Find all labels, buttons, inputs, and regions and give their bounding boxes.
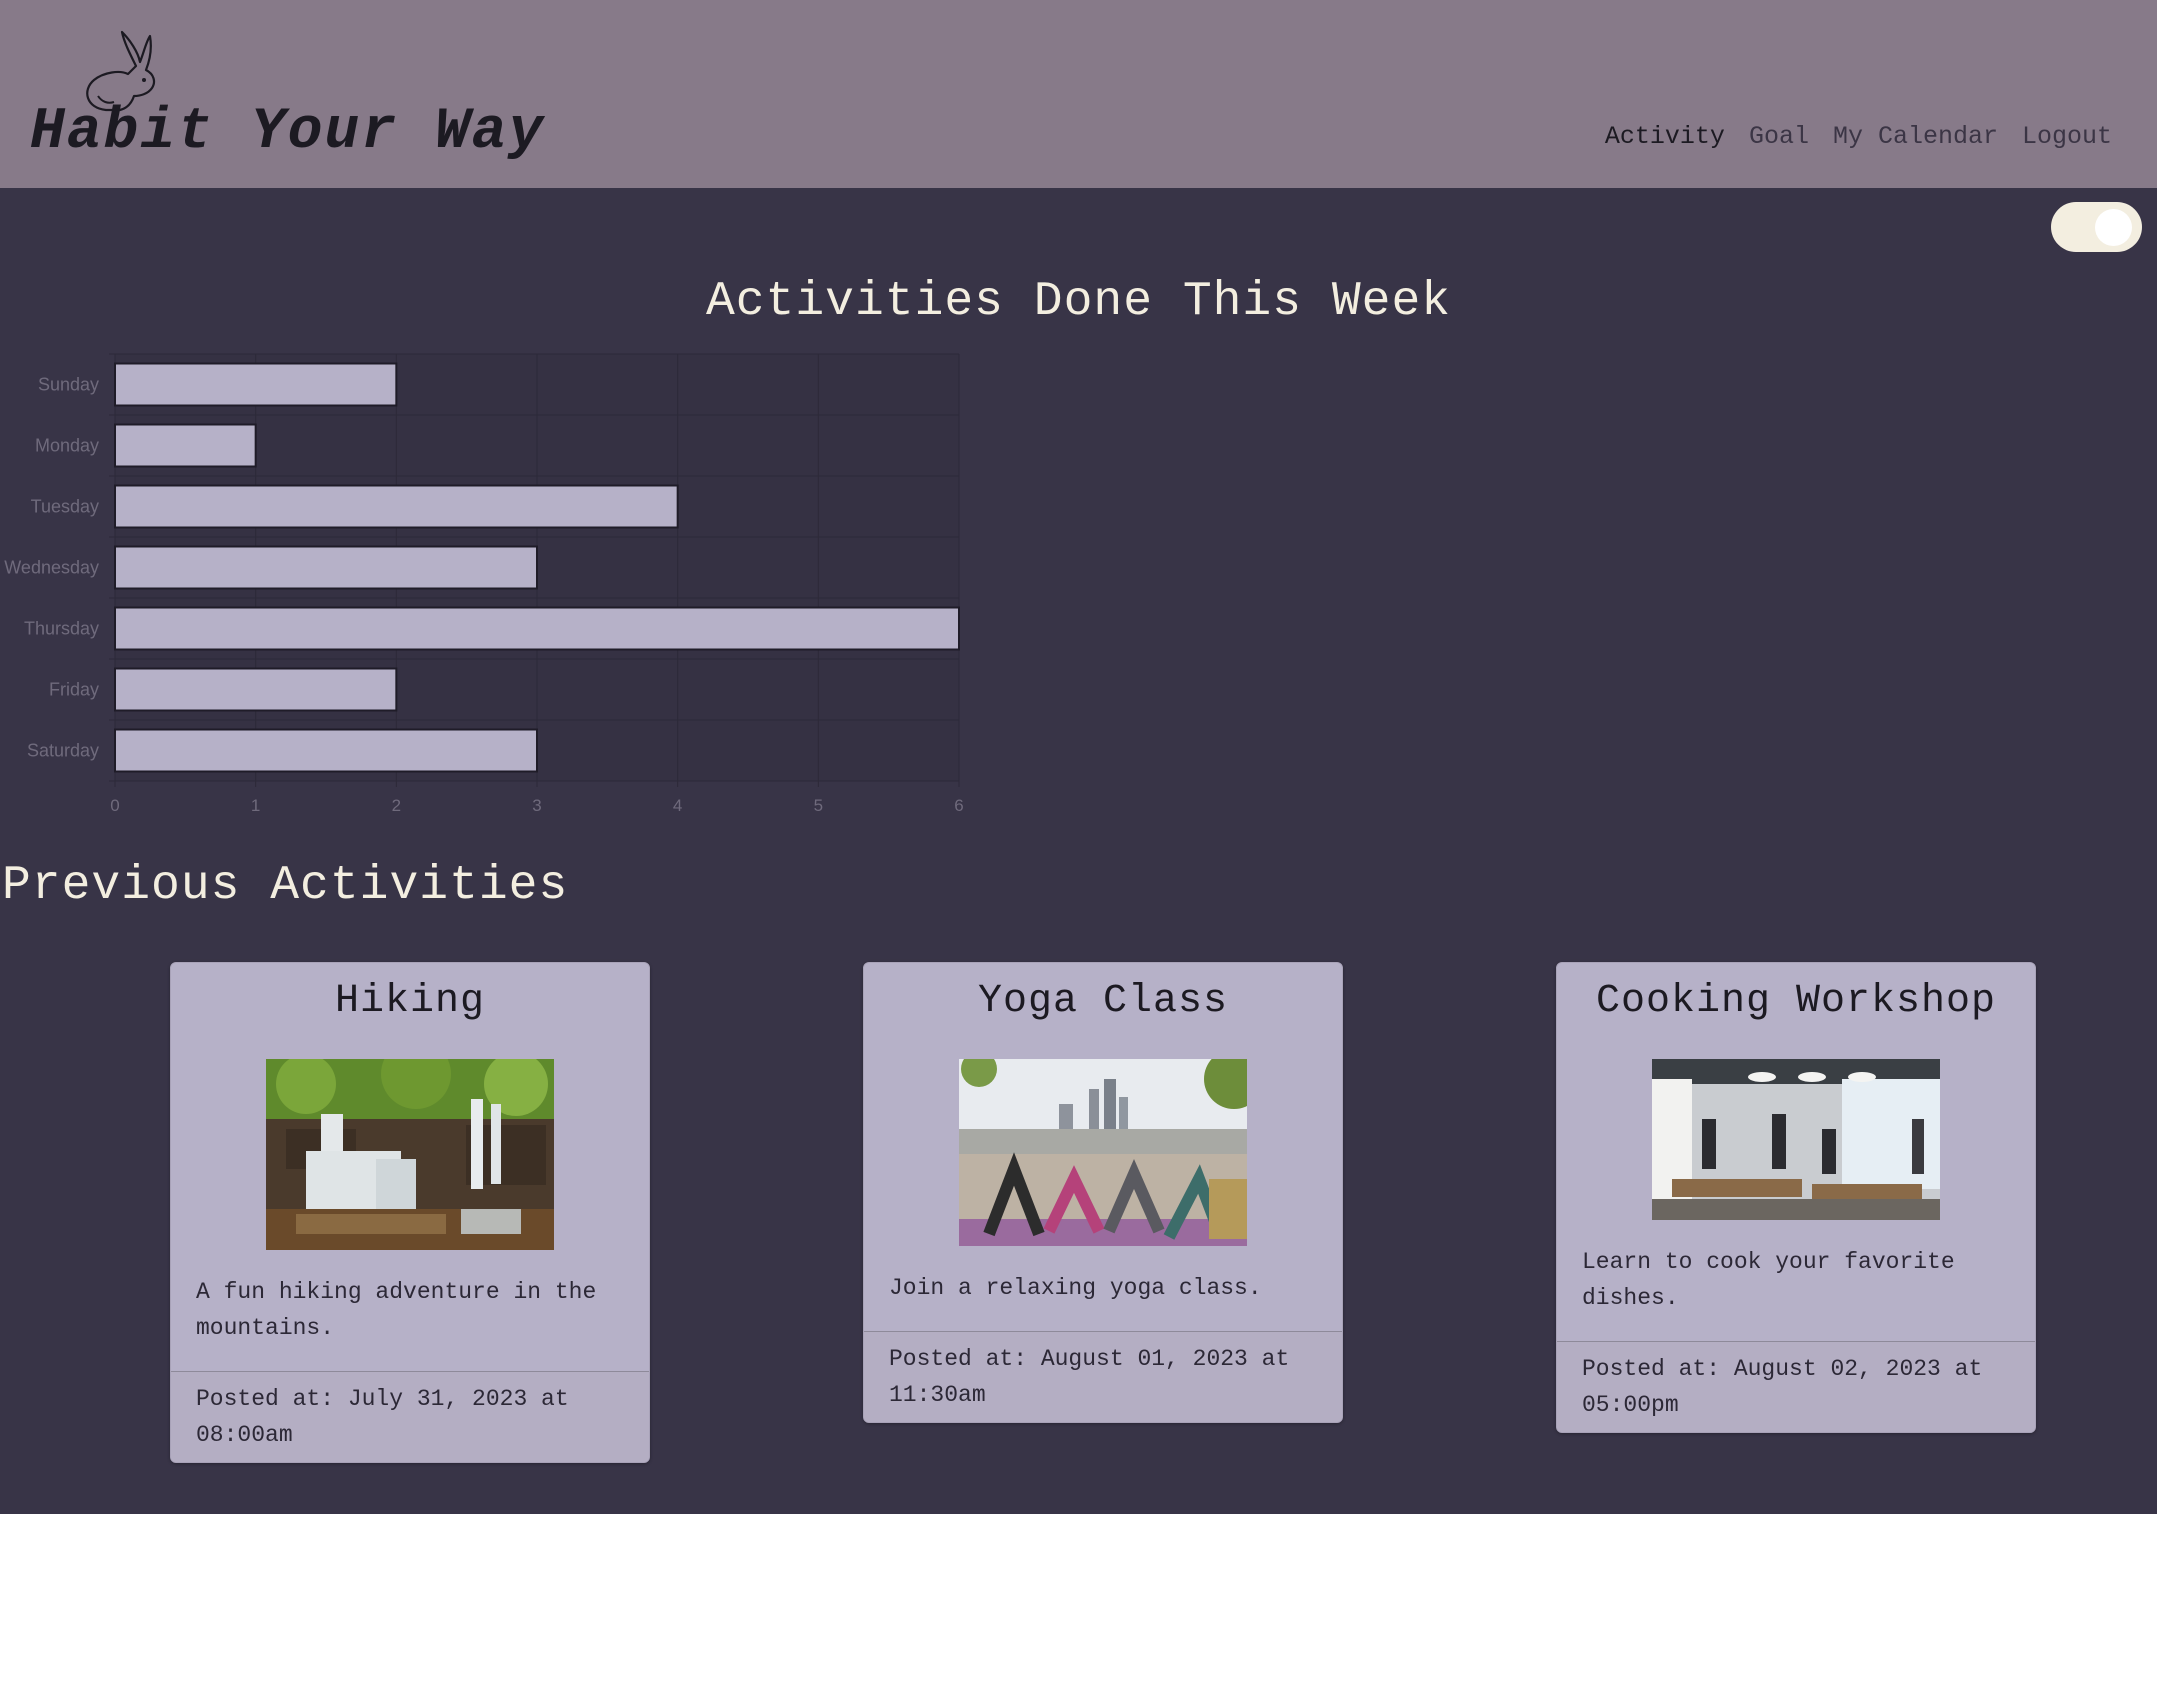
- nav-activity-link[interactable]: Activity: [1605, 120, 1725, 154]
- top-header: Habit Your Way Activity Goal My Calendar…: [0, 0, 2157, 188]
- card-posted-at: Posted at: August 02, 2023 at 05:00pm: [1557, 1341, 2035, 1432]
- y-tick-label: Tuesday: [31, 497, 99, 517]
- nav-logout-link[interactable]: Logout: [2022, 120, 2112, 154]
- bar-wednesday: [114, 545, 538, 590]
- y-tick-label: Monday: [35, 436, 99, 456]
- rooftop-yoga-image: [959, 1059, 1247, 1246]
- y-tick-label: Saturday: [27, 741, 99, 761]
- card-description: Learn to cook your favorite dishes.: [1582, 1249, 1955, 1311]
- chart-title: Activities Done This Week: [705, 275, 1452, 329]
- y-tick-label: Wednesday: [4, 558, 99, 578]
- x-tick-label: 6: [954, 796, 963, 815]
- x-tick-label: 0: [110, 796, 119, 815]
- card-posted-at: Posted at: July 31, 2023 at 08:00am: [171, 1371, 649, 1462]
- card-description: Join a relaxing yoga class.: [889, 1275, 1262, 1301]
- cooking-workshop-image: [1652, 1059, 1940, 1220]
- card-posted-at: Posted at: August 01, 2023 at 11:30am: [864, 1331, 1342, 1422]
- card-title: Yoga Class: [977, 979, 1229, 1024]
- y-tick-label: Friday: [49, 680, 99, 700]
- brand-title[interactable]: Habit Your Way: [30, 100, 545, 166]
- bar-saturday: [114, 728, 538, 773]
- card-description: A fun hiking adventure in the mountains.: [196, 1279, 597, 1341]
- activity-card-yoga-class[interactable]: Yoga Class Join a relaxing yoga class. P…: [863, 962, 1343, 1423]
- y-tick-label: Sunday: [38, 375, 99, 395]
- weekly-activity-chart: 0 1 2 3 4 5 6 Sunday Monday Tuesday Wednesday Thurs…: [4, 353, 964, 815]
- y-tick-label: Thursday: [24, 619, 99, 639]
- main-content: Activities Done This Week 0 1 2 3 4 5 6 Sunday M…: [0, 188, 2157, 1514]
- x-tick-label: 5: [814, 796, 823, 815]
- x-tick-label: 4: [673, 796, 682, 815]
- bar-friday: [114, 667, 398, 712]
- bar-sunday: [114, 362, 398, 407]
- x-tick-label: 2: [392, 796, 401, 815]
- bar-thursday: [114, 606, 960, 651]
- bar-tuesday: [114, 484, 679, 529]
- card-title: Hiking: [334, 979, 486, 1024]
- activity-card-hiking[interactable]: Hiking A fun hiking adventure in the mou…: [170, 962, 650, 1463]
- nav-goal-link[interactable]: Goal: [1749, 120, 1809, 154]
- waterfall-image: [266, 1059, 554, 1250]
- main-nav: Activity Goal My Calendar Logout: [1605, 120, 2112, 154]
- previous-activities-title: Previous Activities: [2, 859, 569, 913]
- card-title: Cooking Workshop: [1595, 979, 1997, 1024]
- nav-my-calendar-link[interactable]: My Calendar: [1833, 120, 1998, 154]
- x-tick-label: 3: [532, 796, 541, 815]
- x-tick-label: 1: [251, 796, 260, 815]
- activity-card-cooking-workshop[interactable]: Cooking Workshop Learn to cook your favo…: [1556, 962, 2036, 1433]
- toggle-knob: [2095, 209, 2132, 246]
- bar-monday: [114, 423, 257, 468]
- theme-toggle[interactable]: [2051, 202, 2142, 252]
